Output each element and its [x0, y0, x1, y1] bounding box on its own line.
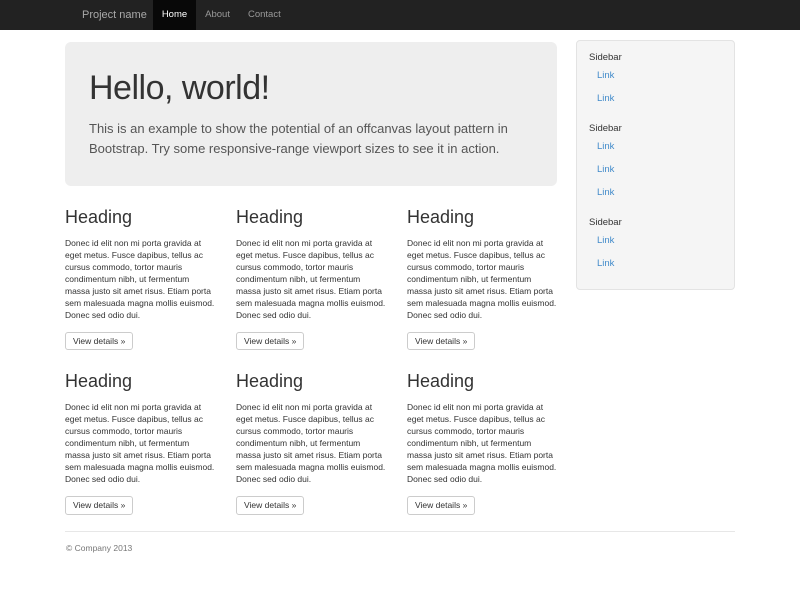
sidebar-header: Sidebar: [577, 51, 726, 64]
feature-heading: Heading: [407, 207, 557, 229]
navbar: Project name Home About Contact: [0, 0, 800, 30]
sidebar-link[interactable]: Link: [577, 87, 726, 110]
navbar-menu: Home About Contact: [153, 0, 290, 30]
sidebar-group-2: Sidebar Link Link Link: [577, 122, 726, 204]
footer-divider: [65, 531, 735, 532]
feature-column: Heading Donec id elit non mi porta gravi…: [407, 350, 557, 514]
feature-text: Donec id elit non mi porta gravida at eg…: [407, 401, 557, 485]
main-column: Hello, world! This is an example to show…: [65, 30, 557, 515]
sidebar-group-1: Sidebar Link Link: [577, 51, 726, 110]
feature-text: Donec id elit non mi porta gravida at eg…: [65, 237, 215, 321]
feature-column: Heading Donec id elit non mi porta gravi…: [65, 186, 215, 350]
jumbotron-text: This is an example to show the potential…: [89, 119, 533, 158]
feature-row-2: Heading Donec id elit non mi porta gravi…: [65, 350, 557, 514]
feature-column: Heading Donec id elit non mi porta gravi…: [236, 186, 386, 350]
feature-text: Donec id elit non mi porta gravida at eg…: [407, 237, 557, 321]
feature-row-1: Heading Donec id elit non mi porta gravi…: [65, 186, 557, 350]
sidebar-link[interactable]: Link: [577, 64, 726, 87]
feature-text: Donec id elit non mi porta gravida at eg…: [65, 401, 215, 485]
feature-heading: Heading: [65, 371, 215, 393]
page-content: Hello, world! This is an example to show…: [65, 30, 735, 583]
sidebar-link[interactable]: Link: [577, 252, 726, 275]
feature-heading: Heading: [407, 371, 557, 393]
feature-column: Heading Donec id elit non mi porta gravi…: [236, 350, 386, 514]
sidebar-header: Sidebar: [577, 216, 726, 229]
sidebar-link[interactable]: Link: [577, 229, 726, 252]
feature-heading: Heading: [236, 207, 386, 229]
nav-item-home[interactable]: Home: [153, 0, 196, 30]
footer: © Company 2013: [65, 531, 735, 583]
sidebar: Sidebar Link Link Sidebar Link Link Link…: [576, 40, 735, 290]
view-details-button[interactable]: View details »: [65, 332, 133, 351]
sidebar-link[interactable]: Link: [577, 181, 726, 204]
view-details-button[interactable]: View details »: [407, 332, 475, 351]
navbar-inner: Project name Home About Contact: [65, 0, 735, 30]
navbar-brand[interactable]: Project name: [65, 0, 153, 30]
nav-item-contact[interactable]: Contact: [239, 0, 290, 30]
feature-column: Heading Donec id elit non mi porta gravi…: [407, 186, 557, 350]
feature-column: Heading Donec id elit non mi porta gravi…: [65, 350, 215, 514]
sidebar-group-3: Sidebar Link Link: [577, 216, 726, 275]
feature-heading: Heading: [236, 371, 386, 393]
feature-heading: Heading: [65, 207, 215, 229]
nav-item-about[interactable]: About: [196, 0, 239, 30]
sidebar-link[interactable]: Link: [577, 158, 726, 181]
view-details-button[interactable]: View details »: [407, 496, 475, 515]
copyright-text: © Company 2013: [65, 543, 735, 553]
feature-text: Donec id elit non mi porta gravida at eg…: [236, 401, 386, 485]
sidebar-header: Sidebar: [577, 122, 726, 135]
feature-text: Donec id elit non mi porta gravida at eg…: [236, 237, 386, 321]
view-details-button[interactable]: View details »: [65, 496, 133, 515]
sidebar-link[interactable]: Link: [577, 135, 726, 158]
view-details-button[interactable]: View details »: [236, 332, 304, 351]
offcanvas-row: Hello, world! This is an example to show…: [65, 30, 735, 515]
view-details-button[interactable]: View details »: [236, 496, 304, 515]
jumbotron-title: Hello, world!: [89, 70, 533, 107]
jumbotron: Hello, world! This is an example to show…: [65, 42, 557, 186]
